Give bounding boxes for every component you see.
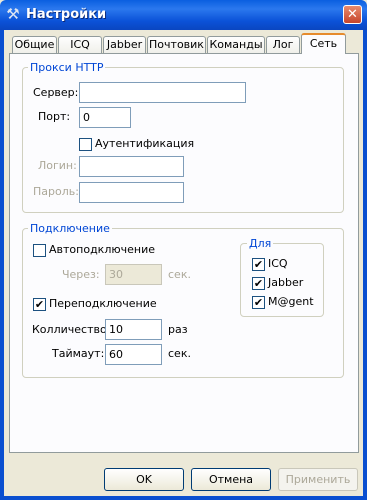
window-title: Настройки (26, 7, 107, 22)
every-input[interactable]: 30 (105, 264, 162, 285)
tab-network[interactable]: Сеть (301, 33, 346, 54)
count-unit: раз (168, 323, 188, 336)
apply-button[interactable]: Применить (278, 468, 358, 491)
timeout-unit: сек. (168, 347, 191, 360)
every-unit: сек. (168, 268, 191, 281)
for-jabber-checkbox[interactable]: ✔ (252, 277, 265, 290)
check-icon: ✔ (253, 277, 264, 290)
check-icon: ✔ (253, 258, 264, 271)
for-icq-checkbox[interactable]: ✔ (252, 258, 265, 271)
count-label: Колличество: (32, 323, 111, 336)
for-magent-checkbox[interactable]: ✔ (252, 296, 265, 309)
proxy-group-legend: Прокси HTTP (28, 61, 106, 74)
timeout-label: Таймаут: (52, 347, 105, 360)
server-label: Сервер: (33, 86, 79, 99)
window-frame-left (0, 30, 4, 500)
ok-button[interactable]: OK (104, 468, 184, 491)
port-input[interactable]: 0 (79, 107, 131, 128)
for-group-legend: Для (247, 237, 274, 250)
tab-icq[interactable]: ICQ (58, 36, 102, 53)
for-icq-label[interactable]: ICQ (268, 257, 288, 271)
cancel-button[interactable]: Отмена (191, 468, 271, 491)
title-bar[interactable]: ⚒ Настройки ✕ (0, 0, 367, 30)
window-frame-bottom (0, 496, 367, 500)
every-label: Через: (62, 268, 100, 281)
port-label: Порт: (38, 110, 71, 123)
count-input[interactable]: 10 (105, 319, 162, 340)
password-input[interactable] (79, 182, 184, 203)
close-button[interactable]: ✕ (343, 5, 362, 24)
window-frame-right (363, 30, 367, 500)
for-magent-label[interactable]: M@gent (268, 295, 314, 309)
auth-label[interactable]: Аутентификация (95, 137, 194, 151)
check-icon: ✔ (34, 298, 45, 311)
autoconnect-label[interactable]: Автоподключение (49, 243, 155, 257)
tab-mail[interactable]: Почтовик (147, 36, 206, 53)
tools-icon: ⚒ (6, 5, 20, 23)
timeout-input[interactable]: 60 (105, 344, 162, 365)
tab-log[interactable]: Лог (266, 36, 300, 53)
reconnect-checkbox[interactable]: ✔ (33, 298, 46, 311)
connection-group-legend: Подключение (28, 222, 112, 235)
close-icon: ✕ (347, 7, 358, 22)
autoconnect-checkbox[interactable] (33, 244, 46, 257)
reconnect-label[interactable]: Переподключение (49, 297, 157, 311)
tab-general[interactable]: Общие (12, 36, 57, 53)
login-label: Логин: (38, 159, 77, 172)
tab-commands[interactable]: Команды (207, 36, 265, 53)
auth-checkbox[interactable] (79, 138, 92, 151)
login-input[interactable] (79, 156, 184, 177)
password-label: Пароль: (33, 185, 79, 198)
server-input[interactable] (79, 82, 246, 103)
check-icon: ✔ (253, 296, 264, 309)
tab-jabber[interactable]: Jabber (103, 36, 146, 53)
for-jabber-label[interactable]: Jabber (268, 276, 303, 290)
